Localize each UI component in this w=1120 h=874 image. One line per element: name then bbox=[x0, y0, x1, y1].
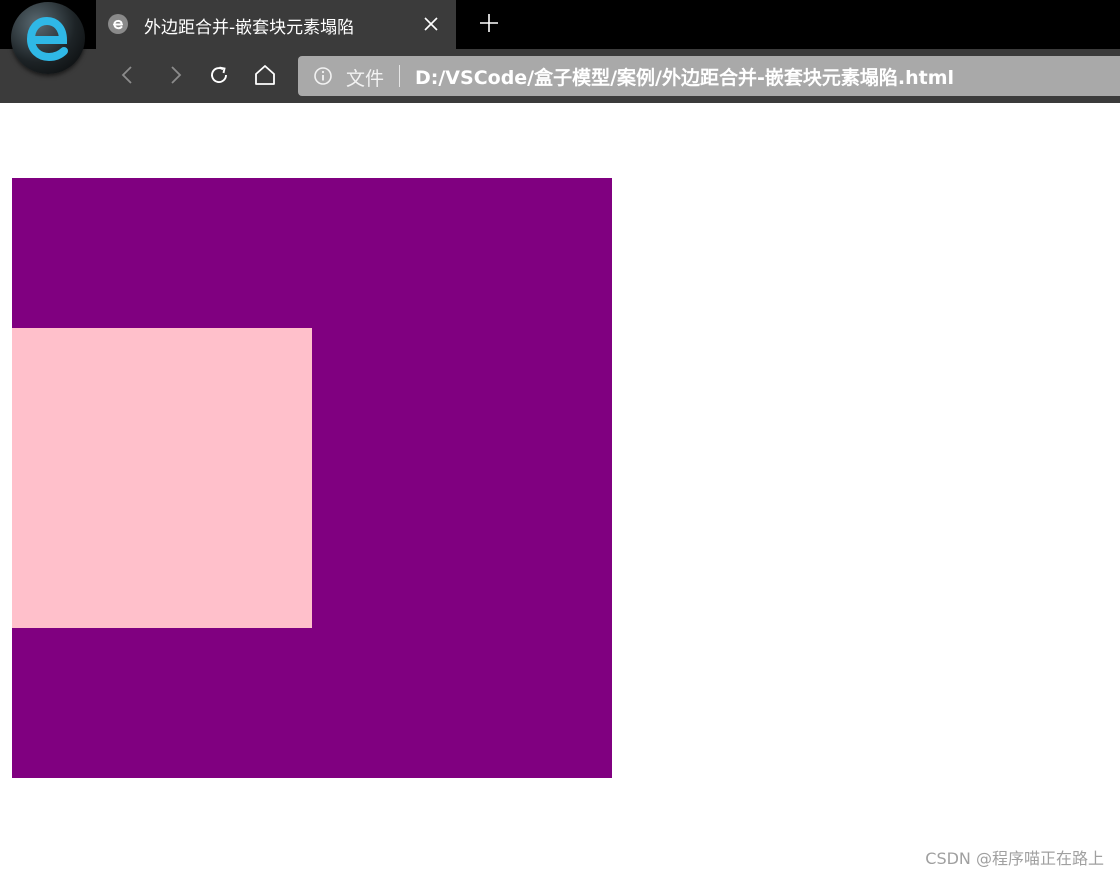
chevron-right-icon[interactable] bbox=[163, 63, 187, 87]
address-divider bbox=[399, 65, 400, 87]
info-icon[interactable] bbox=[313, 66, 333, 86]
close-icon[interactable] bbox=[422, 15, 440, 33]
tab-strip: 外边距合并-嵌套块元素塌陷 bbox=[0, 0, 1120, 49]
address-url[interactable]: D:/VSCode/盒子模型/案例/外边距合并-嵌套块元素塌陷.html bbox=[415, 63, 954, 90]
address-scheme-label: 文件 bbox=[346, 68, 385, 90]
outer-box bbox=[12, 178, 612, 778]
page-favicon-icon bbox=[108, 14, 128, 34]
address-bar[interactable]: 文件 D:/VSCode/盒子模型/案例/外边距合并-嵌套块元素塌陷.html bbox=[298, 56, 1120, 96]
edge-legacy-logo-icon bbox=[11, 2, 85, 74]
chevron-left-icon[interactable] bbox=[116, 63, 140, 87]
tab-title: 外边距合并-嵌套块元素塌陷 bbox=[144, 18, 355, 38]
plus-icon[interactable] bbox=[478, 12, 500, 34]
tab-active[interactable]: 外边距合并-嵌套块元素塌陷 bbox=[96, 0, 456, 49]
refresh-icon[interactable] bbox=[207, 63, 231, 87]
watermark-text: CSDN @程序喵正在路上 bbox=[925, 849, 1104, 868]
browser-chrome: 外边距合并-嵌套块元素塌陷 文件 D:/VSCode/盒子模型/案例/外边距合并… bbox=[0, 0, 1120, 103]
inner-box bbox=[12, 328, 312, 628]
home-icon[interactable] bbox=[253, 63, 277, 87]
browser-toolbar: 文件 D:/VSCode/盒子模型/案例/外边距合并-嵌套块元素塌陷.html bbox=[0, 49, 1120, 103]
